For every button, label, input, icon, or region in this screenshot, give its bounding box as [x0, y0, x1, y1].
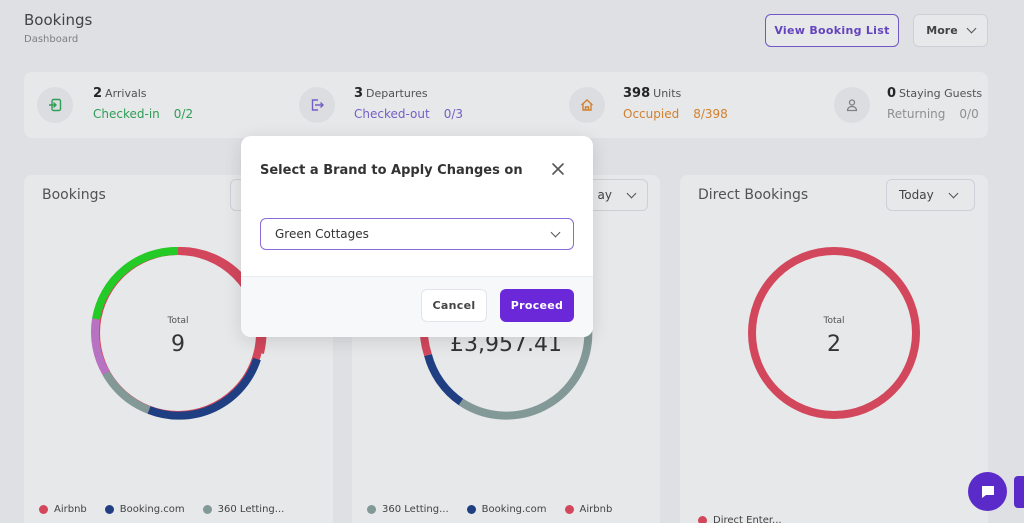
- brand-select[interactable]: Green Cottages: [260, 218, 574, 250]
- chat-button[interactable]: [968, 472, 1007, 511]
- proceed-button[interactable]: Proceed: [500, 289, 574, 322]
- select-brand-modal: Select a Brand to Apply Changes on Green…: [241, 136, 593, 337]
- side-panel-tab[interactable]: [1014, 476, 1024, 508]
- cancel-button[interactable]: Cancel: [421, 289, 487, 322]
- chevron-down-icon: [550, 227, 561, 237]
- close-icon[interactable]: [549, 160, 567, 178]
- chat-icon: [981, 485, 994, 498]
- modal-title: Select a Brand to Apply Changes on: [260, 163, 523, 178]
- brand-select-value: Green Cottages: [275, 227, 369, 241]
- modal-divider: [241, 276, 593, 277]
